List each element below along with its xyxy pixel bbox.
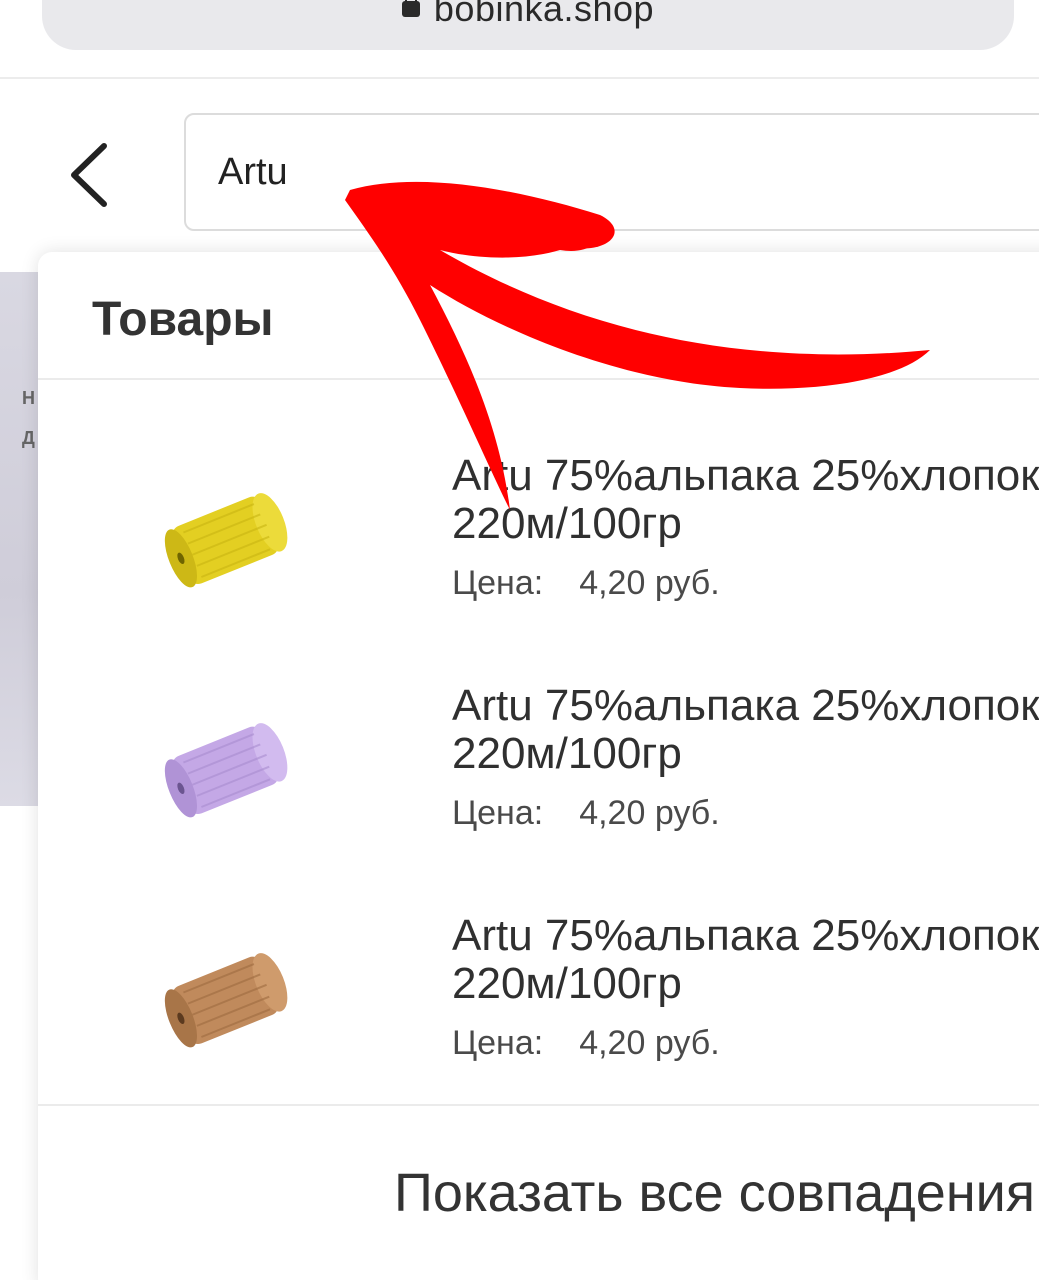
price-row: Цена: 4,20 руб. — [452, 794, 720, 833]
url-text: bobinka.shop — [433, 0, 655, 29]
chevron-left-icon — [71, 143, 107, 207]
yarn-cone-image — [164, 723, 288, 818]
price-value: 4,20 руб. — [579, 794, 720, 832]
section-divider — [38, 378, 1039, 380]
product-item[interactable]: Artu 75%альпака 25%хлопок 220м/100гр Цен… — [38, 682, 1039, 872]
lock-icon — [401, 0, 420, 17]
product-title: Artu 75%альпака 25%хлопок 220м/100гр — [452, 451, 1039, 548]
price-row: Цена: 4,20 руб. — [452, 1024, 720, 1063]
product-title: Artu 75%альпака 25%хлопок 220м/100гр — [452, 681, 1039, 778]
yarn-cone-image — [164, 493, 288, 588]
section-title: Товары — [92, 293, 274, 346]
price-value: 4,20 руб. — [579, 1024, 720, 1062]
toolbar-divider — [0, 77, 1039, 79]
yarn-cone-image — [164, 953, 288, 1048]
price-label: Цена: — [452, 564, 544, 602]
price-value: 4,20 руб. — [579, 564, 720, 602]
price-label: Цена: — [452, 1024, 544, 1062]
show-all-results-link[interactable]: Показать все совпадения — [394, 1162, 1035, 1224]
back-button[interactable] — [62, 140, 122, 210]
page: bobinka.shop Н Д Товары — [0, 0, 1039, 1280]
price-row: Цена: 4,20 руб. — [452, 564, 720, 603]
search-results-dropdown: Товары Artu 75%альпака 25%хлопок 220м/10… — [38, 252, 1039, 1280]
product-item[interactable]: Artu 75%альпака 25%хлопок 220м/100гр Цен… — [38, 912, 1039, 1102]
results-divider — [38, 1104, 1039, 1106]
search-input[interactable] — [184, 113, 1039, 231]
product-item[interactable]: Artu 75%альпака 25%хлопок 220м/100гр Цен… — [38, 452, 1039, 642]
background-text: Д — [22, 428, 35, 448]
background-text: Н — [22, 388, 35, 408]
price-label: Цена: — [452, 794, 544, 832]
url-display[interactable]: bobinka.shop — [42, 0, 1014, 30]
browser-url-bar[interactable]: bobinka.shop — [42, 0, 1014, 50]
background-banner — [0, 272, 42, 806]
product-title: Artu 75%альпака 25%хлопок 220м/100гр — [452, 911, 1039, 1008]
